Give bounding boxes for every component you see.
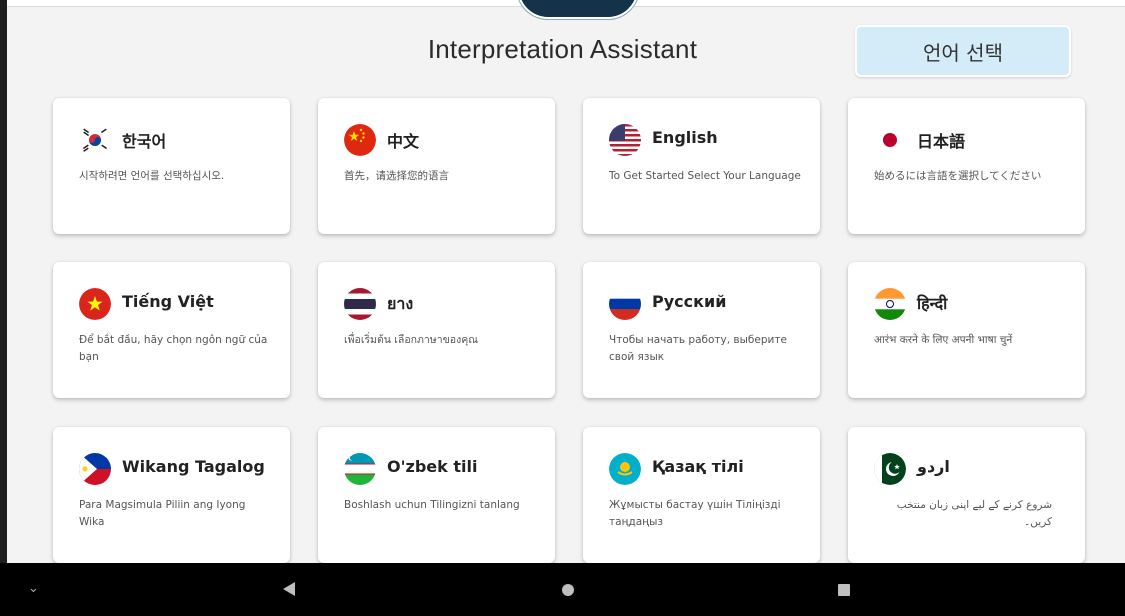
language-card-russian[interactable]: Русский Чтобы начать работу, выберите св… <box>583 262 820 398</box>
language-name: Wikang Tagalog <box>122 457 265 476</box>
japan-flag-icon <box>874 124 906 156</box>
language-card-japanese[interactable]: 日本語 始めるには言語を選択してください <box>848 98 1085 234</box>
language-name: 한국어 <box>122 132 167 151</box>
language-card-hindi[interactable]: हिन्दी आरंभ करने के लिए अपनी भाषा चुनें <box>848 262 1085 398</box>
language-subtitle: To Get Started Select Your Language <box>609 170 801 182</box>
language-card-vietnamese[interactable]: Tiếng Việt Để bắt đầu, hãy chọn ngôn ngữ… <box>53 262 290 398</box>
home-icon[interactable] <box>562 584 574 596</box>
language-name: Tiếng Việt <box>122 292 214 311</box>
india-flag-icon <box>874 288 906 320</box>
language-name: O'zbek tili <box>387 457 478 476</box>
language-card-english[interactable]: English To Get Started Select Your Langu… <box>583 98 820 234</box>
language-subtitle: 始めるには言語を選択してください <box>874 170 1042 182</box>
philippines-flag-icon <box>79 453 111 485</box>
language-card-korean[interactable]: 한국어 시작하려면 언어를 선택하십시오. <box>53 98 290 234</box>
vietnam-flag-icon <box>79 288 111 320</box>
language-name: English <box>652 128 718 147</box>
system-navigation-bar: ⌄ <box>0 563 1125 616</box>
language-subtitle: Жұмысты бастау үшін Тіліңізді таңдаңыз <box>609 499 781 528</box>
device-frame-left <box>0 0 7 563</box>
language-subtitle: Чтобы начать работу, выберите свой язык <box>609 334 787 363</box>
language-name: اردو <box>917 457 950 476</box>
language-name: 中文 <box>387 132 420 151</box>
language-name: 日本語 <box>917 132 966 151</box>
pakistan-flag-icon <box>874 453 906 485</box>
usa-flag-icon <box>609 124 641 156</box>
language-card-urdu[interactable]: اردو شروع کرنے کے لیے اپنی زبان منتخب کر… <box>848 427 1085 563</box>
language-subtitle: Để bắt đầu, hãy chọn ngôn ngữ của bạn <box>79 334 268 363</box>
back-icon[interactable] <box>283 582 295 596</box>
language-select-button[interactable]: 언어 선택 <box>855 25 1071 77</box>
language-name: Қазақ тілі <box>652 457 744 476</box>
language-card-tagalog[interactable]: Wikang Tagalog Para Magsimula Piliin ang… <box>53 427 290 563</box>
language-name: Русский <box>652 292 727 311</box>
uzbekistan-flag-icon <box>344 453 376 485</box>
language-card-kazakh[interactable]: Қазақ тілі Жұмысты бастау үшін Тіліңізді… <box>583 427 820 563</box>
russia-flag-icon <box>609 288 641 320</box>
south-korea-flag-icon <box>79 124 111 156</box>
language-card-thai[interactable]: ยาง เพื่อเริ่มต้น เลือกภาษาของคุณ <box>318 262 555 398</box>
thailand-flag-icon <box>344 288 376 320</box>
language-card-uzbek[interactable]: O'zbek tili Boshlash uchun Tilingizni ta… <box>318 427 555 563</box>
kazakhstan-flag-icon <box>609 453 641 485</box>
language-subtitle: आरंभ करने के लिए अपनी भाषा चुनें <box>874 334 1013 346</box>
language-subtitle: 시작하려면 언어를 선택하십시오. <box>79 170 225 182</box>
language-card-chinese[interactable]: 中文 首先，请选择您的语言 <box>318 98 555 234</box>
language-name: हिन्दी <box>917 294 948 313</box>
language-name: ยาง <box>387 294 414 313</box>
language-subtitle: เพื่อเริ่มต้น เลือกภาษาของคุณ <box>344 334 478 346</box>
language-subtitle: Boshlash uchun Tilingizni tanlang <box>344 499 520 511</box>
language-subtitle: شروع کرنے کے لیے اپنی زبان منتخب کریں۔ <box>896 499 1052 528</box>
chevron-down-icon[interactable]: ⌄ <box>28 581 39 596</box>
language-subtitle: Para Magsimula Piliin ang Iyong Wika <box>79 499 246 528</box>
recents-icon[interactable] <box>838 584 850 596</box>
camera-notch <box>517 0 639 19</box>
language-subtitle: 首先，请选择您的语言 <box>344 170 449 182</box>
china-flag-icon <box>344 124 376 156</box>
